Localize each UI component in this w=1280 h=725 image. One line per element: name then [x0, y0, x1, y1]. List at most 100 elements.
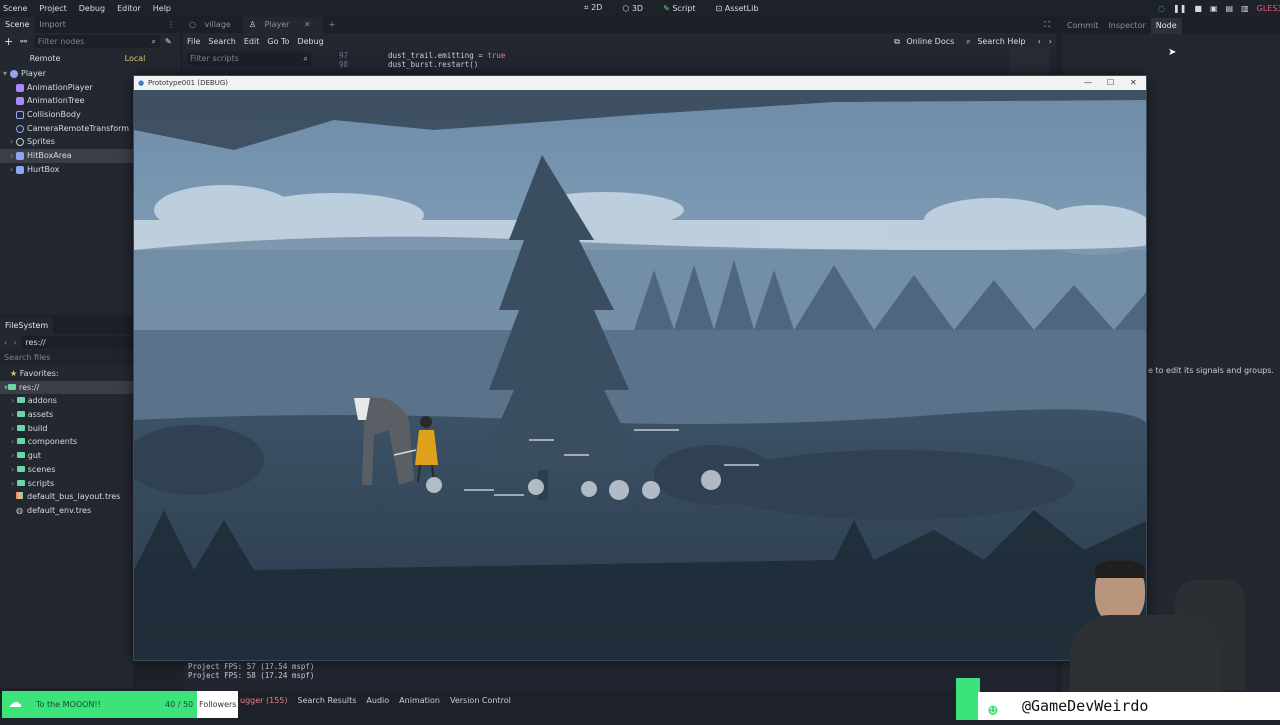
tab-inspector[interactable]: Inspector: [1103, 18, 1150, 34]
output-log: Project FPS: 57 (17.54 mspf) Project FPS…: [188, 662, 314, 680]
right-dock-tabs: Commit Inspector Node: [1062, 17, 1280, 34]
minimize-icon[interactable]: —: [1084, 76, 1092, 90]
menu-editor[interactable]: Editor: [117, 4, 141, 13]
expand-icon[interactable]: ›: [11, 437, 14, 446]
search-help-button[interactable]: ⌕ Search Help: [966, 37, 1029, 47]
folder-icon: [16, 397, 25, 404]
scene-tab-village[interactable]: ○ village: [183, 17, 243, 33]
scene-tab-player[interactable]: ♙ Player ✕: [242, 17, 323, 33]
bottom-panel-tabs: ugger (155) Search Results Audio Animati…: [240, 693, 521, 707]
godot-icon: ●: [138, 79, 145, 87]
menu-help[interactable]: Help: [153, 4, 171, 13]
online-docs-button[interactable]: ⧉ Online Docs: [894, 37, 958, 47]
expand-icon[interactable]: ›: [11, 410, 14, 419]
tab-search-results[interactable]: Search Results: [298, 696, 357, 705]
expand-icon[interactable]: ›: [11, 465, 14, 474]
close-icon[interactable]: ✕: [298, 20, 317, 29]
search-icon: ⌕: [303, 54, 308, 63]
fs-folder-addons[interactable]: › addons: [0, 394, 133, 408]
expand-icon[interactable]: ›: [11, 479, 14, 488]
close-icon[interactable]: ✕: [1130, 76, 1137, 90]
tab-commit[interactable]: Commit: [1062, 18, 1103, 34]
fs-folder-scripts[interactable]: › scripts: [0, 477, 133, 491]
screen-assetlib-button[interactable]: ⊡ AssetLib: [716, 4, 769, 13]
tab-audio[interactable]: Audio: [366, 696, 389, 705]
tab-node[interactable]: Node: [1150, 17, 1182, 34]
add-tab-icon[interactable]: +: [323, 17, 342, 33]
streamer-hair: [1095, 560, 1145, 578]
filter-nodes-input[interactable]: Filter nodes ⌕: [33, 35, 160, 48]
game-viewport[interactable]: [134, 90, 1147, 661]
fs-folder-assets[interactable]: › assets: [0, 408, 133, 422]
expand-icon[interactable]: ›: [10, 149, 13, 163]
play-custom-icon[interactable]: ▤: [1226, 4, 1234, 13]
screen-3d-button[interactable]: ⬡ 3D: [622, 4, 653, 13]
code-minimap[interactable]: [1009, 47, 1049, 75]
tab-import[interactable]: Import: [34, 17, 71, 33]
script-icon[interactable]: ✎: [165, 37, 172, 46]
menu-debug[interactable]: Debug: [79, 4, 105, 13]
expand-icon[interactable]: ›: [11, 396, 14, 405]
pause-icon[interactable]: ❚❚: [1173, 4, 1186, 13]
game-window-titlebar[interactable]: ● Prototype001 (DEBUG) — ☐ ✕: [134, 76, 1146, 90]
prev-script-icon[interactable]: ‹: [1038, 37, 1041, 46]
menu-project[interactable]: Project: [39, 4, 66, 13]
script-menu-debug[interactable]: Debug: [297, 37, 323, 46]
fs-file-bus-layout[interactable]: default_bus_layout.tres: [0, 490, 133, 504]
tab-animation[interactable]: Animation: [399, 696, 440, 705]
scene-toolbar: + ⚯ Filter nodes ⌕ ✎: [0, 33, 180, 50]
fs-file-env[interactable]: ◍ default_env.tres: [0, 504, 133, 518]
favorites-item[interactable]: ★ Favorites:: [0, 367, 133, 381]
local-tab[interactable]: Local: [90, 54, 180, 63]
filesystem-tabs: FileSystem: [0, 318, 133, 334]
folder-icon: [16, 465, 25, 472]
followers-suffix: Followers: [197, 691, 238, 718]
tab-filesystem[interactable]: FileSystem: [0, 318, 54, 334]
expand-icon[interactable]: ›: [11, 451, 14, 460]
fs-path-bar: ‹ › res://: [0, 334, 133, 350]
renderer-label[interactable]: GLES3: [1257, 4, 1280, 13]
dock-menu-icon[interactable]: ⋮: [162, 17, 180, 33]
maximize-icon[interactable]: ☐: [1107, 76, 1114, 90]
link-icon[interactable]: ⚯: [20, 37, 27, 46]
screen-script-button[interactable]: ✎ Script: [663, 4, 705, 13]
res-root-item[interactable]: ▾ res://: [0, 380, 133, 395]
tab-scene[interactable]: Scene: [0, 17, 35, 33]
script-menu-search[interactable]: Search: [208, 37, 235, 46]
fs-path-field[interactable]: res://: [22, 335, 133, 349]
stop-icon[interactable]: ■: [1194, 4, 1202, 13]
remote-icon[interactable]: ◌: [1158, 4, 1165, 13]
followers-goal-widget: ☁ To the MOOON!! 40 / 50 Followers: [2, 691, 238, 718]
tab-version-control[interactable]: Version Control: [450, 696, 511, 705]
code-line: 98 dust_burst.restart(): [338, 60, 479, 69]
screen-2d-button[interactable]: ⌗ 2D: [584, 3, 612, 13]
play-scene-icon[interactable]: ▣: [1210, 4, 1218, 13]
game-debug-window[interactable]: ● Prototype001 (DEBUG) — ☐ ✕: [133, 75, 1147, 661]
scene-dock-tabs: Scene Import ⋮: [0, 17, 180, 33]
tab-debugger[interactable]: ugger (155): [240, 696, 288, 705]
menu-scene[interactable]: Scene: [3, 4, 27, 13]
collapse-icon[interactable]: ▾: [3, 67, 7, 81]
fs-search-input[interactable]: Search files: [0, 350, 133, 365]
distraction-free-icon[interactable]: ⛶: [1038, 17, 1056, 33]
fs-folder-build[interactable]: › build: [0, 422, 133, 436]
script-menu-goto[interactable]: Go To: [267, 37, 289, 46]
filter-scripts-input[interactable]: Filter scripts ⌕: [187, 52, 311, 65]
remote-tab[interactable]: Remote: [0, 54, 90, 63]
expand-icon[interactable]: ›: [10, 163, 13, 177]
fs-folder-components[interactable]: › components: [0, 435, 133, 449]
expand-icon[interactable]: ›: [10, 135, 13, 149]
forward-icon[interactable]: ›: [13, 338, 16, 347]
movie-icon[interactable]: ▥: [1241, 4, 1249, 13]
folder-icon: [16, 411, 25, 418]
next-script-icon[interactable]: ›: [1049, 37, 1052, 46]
webcam-feed: [1065, 560, 1245, 695]
script-menu-edit[interactable]: Edit: [244, 37, 260, 46]
script-menu-file[interactable]: File: [187, 37, 200, 46]
fs-folder-gut[interactable]: › gut: [0, 449, 133, 463]
back-icon[interactable]: ‹: [4, 338, 7, 347]
fs-folder-scenes[interactable]: › scenes: [0, 463, 133, 477]
code-line: 97 dust_trail.emitting = true: [338, 51, 506, 60]
add-node-icon[interactable]: +: [4, 35, 13, 48]
expand-icon[interactable]: ›: [11, 424, 14, 433]
